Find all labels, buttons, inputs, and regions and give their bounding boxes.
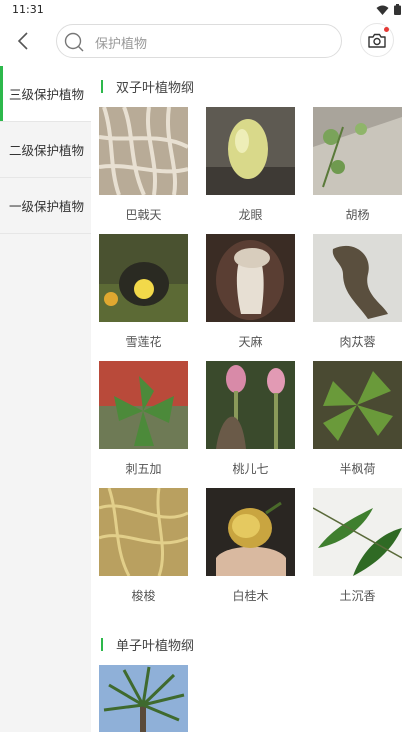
sidebar-item-label: 二级保护植物 [9,143,85,158]
plant-photo [99,488,188,576]
plant-card[interactable]: 桃儿七 [206,361,296,477]
plant-card[interactable]: 肉苁蓉 [313,234,403,350]
status-icons [376,4,401,15]
plant-name: 刺五加 [125,462,162,476]
plant-name: 桃儿七 [232,462,269,476]
header: 保护植物 [0,20,411,66]
plant-name: 胡杨 [345,208,370,222]
camera-icon [368,33,386,48]
plant-card[interactable]: 雪莲花 [99,234,189,350]
plant-name: 半枫荷 [339,462,376,476]
section-accent-bar [101,79,103,93]
plant-card[interactable]: 天麻 [206,234,296,350]
plant-photo [313,107,402,195]
section-accent-bar [101,637,103,651]
plant-photo [206,234,295,322]
notification-dot [384,27,389,32]
plant-card[interactable]: 龙眼 [206,107,296,223]
plant-photo [99,107,188,195]
sidebar-item-label: 一级保护植物 [9,199,85,214]
sidebar-item-level3[interactable]: 三级保护植物 [0,66,91,122]
plant-name: 雪莲花 [125,335,162,349]
plant-card[interactable]: 土沉香 [313,488,403,604]
section-title: 双子叶植物纲 [116,80,195,96]
plant-card[interactable]: 半枫荷 [313,361,403,477]
search-input[interactable]: 保护植物 [56,24,342,58]
sidebar-item-label: 三级保护植物 [9,87,85,102]
plant-card[interactable]: 巴戟天 [99,107,189,223]
plant-photo [206,488,295,576]
plant-name: 巴戟天 [125,208,162,222]
plant-name: 龙眼 [238,208,263,222]
plant-photo [99,361,188,449]
wifi-icon [376,5,389,15]
plant-photo [206,107,295,195]
camera-button[interactable] [360,23,394,57]
chevron-left-icon [17,32,28,50]
plant-card[interactable]: 胡杨 [313,107,403,223]
status-time: 11:31 [12,3,44,16]
section-title: 单子叶植物纲 [116,638,195,654]
plant-name: 梭梭 [131,589,156,603]
status-bar: 11:31 [0,0,411,20]
search-placeholder: 保护植物 [95,37,148,52]
plant-photo [206,361,295,449]
plant-name: 肉苁蓉 [339,335,376,349]
plant-list: 双子叶植物纲 巴戟天 龙眼 胡杨 雪莲花 天麻 肉苁蓉 刺五加 桃儿七 半枫荷 … [91,66,411,732]
plant-card[interactable]: 梭梭 [99,488,189,604]
back-button[interactable] [10,28,36,54]
sidebar-item-level2[interactable]: 二级保护植物 [0,122,91,178]
plant-photo [313,361,402,449]
section-header: 双子叶植物纲 [101,77,195,96]
plant-name: 土沉香 [339,589,376,603]
plant-card[interactable]: 白桂木 [206,488,296,604]
plant-name: 白桂木 [232,589,269,603]
plant-name: 天麻 [238,335,263,349]
plant-photo [313,488,402,576]
battery-icon [394,4,401,15]
sidebar: 三级保护植物 二级保护植物 一级保护植物 [0,66,91,732]
section-header: 单子叶植物纲 [101,635,195,654]
plant-photo [99,234,188,322]
plant-photo [99,665,188,732]
sidebar-item-level1[interactable]: 一级保护植物 [0,178,91,234]
plant-photo [313,234,402,322]
plant-card[interactable]: 刺五加 [99,361,189,477]
search-icon [64,32,84,52]
plant-card[interactable] [99,665,189,732]
